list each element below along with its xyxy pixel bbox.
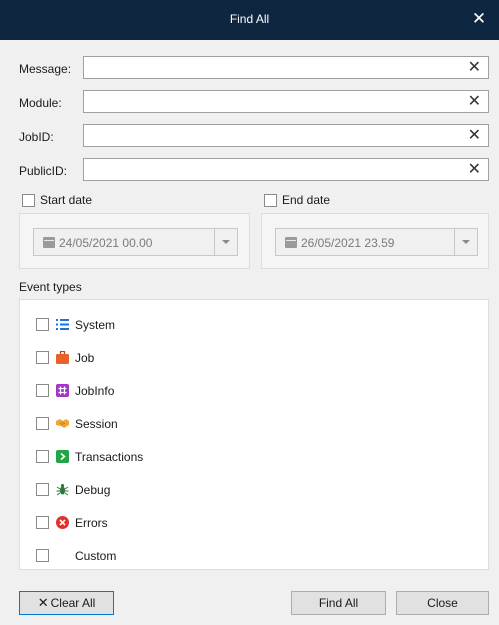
start-date-panel: 24/05/2021 00.00 bbox=[19, 213, 250, 269]
end-date-value: 26/05/2021 23.59 bbox=[301, 236, 395, 250]
end-date-picker[interactable]: 26/05/2021 23.59 bbox=[275, 228, 478, 256]
window-title: Find All bbox=[229, 12, 270, 26]
title-bar: Find All ✕ bbox=[0, 0, 499, 40]
end-date-label: End date bbox=[282, 193, 331, 207]
clear-message-icon[interactable]: ✕ bbox=[468, 58, 481, 78]
end-date-panel: 26/05/2021 23.59 bbox=[261, 213, 489, 269]
start-date-value: 24/05/2021 00.00 bbox=[59, 236, 153, 250]
clear-publicid-icon[interactable]: ✕ bbox=[468, 160, 481, 180]
jobid-field[interactable]: ✕ bbox=[83, 124, 489, 147]
start-date-checkbox[interactable] bbox=[22, 194, 35, 207]
job-label: Job bbox=[75, 351, 95, 365]
handshake-icon bbox=[56, 419, 69, 428]
bug-icon bbox=[56, 484, 69, 496]
transactions-label: Transactions bbox=[75, 450, 144, 464]
error-icon bbox=[56, 516, 69, 529]
system-checkbox[interactable] bbox=[36, 318, 49, 331]
find-all-button[interactable]: Find All bbox=[291, 591, 386, 615]
module-label: Module: bbox=[19, 96, 62, 110]
clear-all-label: Clear All bbox=[50, 596, 96, 610]
jobinfo-label: JobInfo bbox=[75, 384, 115, 398]
debug-checkbox[interactable] bbox=[36, 483, 49, 496]
event-types-panel: System Job JobInfo Session Transactions bbox=[19, 299, 489, 570]
publicid-label: PublicID: bbox=[19, 164, 68, 178]
hash-icon bbox=[56, 384, 69, 397]
job-checkbox[interactable] bbox=[36, 351, 49, 364]
module-input[interactable] bbox=[84, 91, 464, 112]
start-date-label: Start date bbox=[40, 193, 93, 207]
start-date-picker[interactable]: 24/05/2021 00.00 bbox=[33, 228, 238, 256]
end-date-checkbox[interactable] bbox=[264, 194, 277, 207]
chevron-down-icon[interactable] bbox=[454, 229, 477, 255]
chevron-down-icon[interactable] bbox=[214, 229, 237, 255]
custom-checkbox[interactable] bbox=[36, 549, 49, 562]
jobinfo-checkbox[interactable] bbox=[36, 384, 49, 397]
message-input[interactable] bbox=[84, 57, 464, 78]
close-window-button[interactable]: ✕ bbox=[469, 9, 489, 29]
briefcase-icon bbox=[56, 351, 69, 364]
clear-jobid-icon[interactable]: ✕ bbox=[468, 126, 481, 146]
errors-checkbox[interactable] bbox=[36, 516, 49, 529]
list-icon bbox=[56, 319, 69, 330]
errors-label: Errors bbox=[75, 516, 108, 530]
calendar-icon bbox=[43, 237, 55, 248]
jobid-label: JobID: bbox=[19, 130, 54, 144]
calendar-icon bbox=[285, 237, 297, 248]
debug-label: Debug bbox=[75, 483, 111, 497]
close-icon: ✕ bbox=[37, 595, 49, 610]
jobid-input[interactable] bbox=[84, 125, 464, 146]
transactions-checkbox[interactable] bbox=[36, 450, 49, 463]
publicid-field[interactable]: ✕ bbox=[83, 158, 489, 181]
system-label: System bbox=[75, 318, 116, 332]
close-button[interactable]: Close bbox=[396, 591, 489, 615]
message-field[interactable]: ✕ bbox=[83, 56, 489, 79]
custom-label: Custom bbox=[75, 549, 117, 563]
clear-all-button[interactable]: ✕ Clear All bbox=[19, 591, 114, 615]
arrow-right-icon bbox=[56, 450, 69, 463]
publicid-input[interactable] bbox=[84, 159, 464, 180]
module-field[interactable]: ✕ bbox=[83, 90, 489, 113]
clear-module-icon[interactable]: ✕ bbox=[468, 92, 481, 112]
event-types-label: Event types bbox=[19, 280, 82, 294]
session-label: Session bbox=[75, 417, 118, 431]
message-label: Message: bbox=[19, 62, 72, 76]
session-checkbox[interactable] bbox=[36, 417, 49, 430]
